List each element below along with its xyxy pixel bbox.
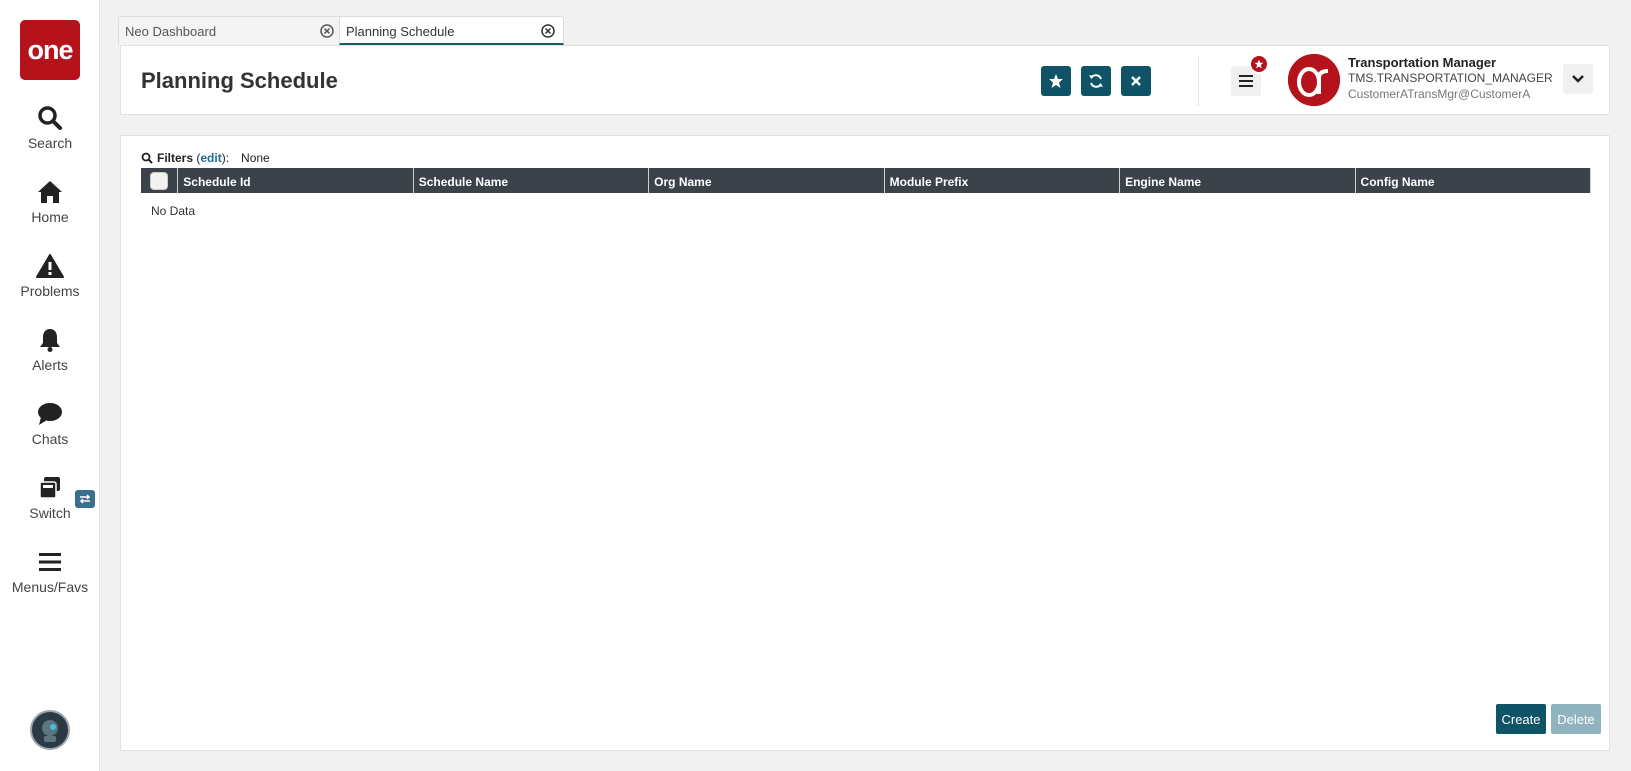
star-badge-icon <box>1249 54 1269 74</box>
sidebar-item-label: Switch <box>29 505 71 521</box>
sidebar-item-home[interactable]: Home <box>0 177 100 237</box>
sidebar-item-label: Chats <box>31 431 69 447</box>
avatar[interactable] <box>1288 54 1340 106</box>
bell-icon <box>35 325 65 355</box>
header-divider <box>1198 56 1199 106</box>
close-icon <box>1131 76 1141 86</box>
switch-icon <box>35 473 65 503</box>
column-header-engine-name[interactable]: Engine Name <box>1120 168 1356 193</box>
warning-icon <box>35 251 65 281</box>
sidebar-item-chats[interactable]: Chats <box>0 399 100 459</box>
column-header-config-name[interactable]: Config Name <box>1356 168 1591 193</box>
user-name: Transportation Manager <box>1348 55 1497 70</box>
filters-edit-link[interactable]: edit <box>200 151 221 165</box>
column-header-schedule-id[interactable]: Schedule Id <box>178 168 414 193</box>
table-header: Schedule Id Schedule Name Org Name Modul… <box>141 168 1591 193</box>
sidebar-item-label: Alerts <box>32 357 68 373</box>
user-menu-button[interactable] <box>1563 64 1593 94</box>
assistant-avatar[interactable] <box>30 710 70 750</box>
sidebar-item-menus-favs[interactable]: Menus/Favs <box>0 547 100 607</box>
tab-label: Planning Schedule <box>346 24 455 39</box>
user-email: CustomerATransMgr@CustomerA <box>1348 87 1531 101</box>
sidebar: one Search Home Problems Alerts Chats Sw… <box>0 0 100 771</box>
favorite-button[interactable] <box>1041 66 1071 96</box>
sidebar-item-label: Menus/Favs <box>11 579 89 595</box>
sidebar-item-alerts[interactable]: Alerts <box>0 325 100 385</box>
sidebar-item-label: Home <box>31 209 69 225</box>
close-icon[interactable] <box>320 24 334 38</box>
chat-icon <box>35 399 65 429</box>
app-logo[interactable]: one <box>20 20 80 80</box>
close-page-button[interactable] <box>1121 66 1151 96</box>
refresh-button[interactable] <box>1081 66 1111 96</box>
switch-arrows-icon[interactable] <box>75 490 95 508</box>
hamburger-icon <box>35 547 65 577</box>
sidebar-item-label: Problems <box>20 283 80 299</box>
hamburger-icon <box>1239 75 1253 87</box>
column-header-module-prefix[interactable]: Module Prefix <box>885 168 1121 193</box>
chevron-down-icon <box>1572 75 1584 83</box>
create-button[interactable]: Create <box>1496 704 1546 734</box>
content-panel: Filters (edit): None Schedule Id Schedul… <box>120 135 1610 751</box>
filters-bar: Filters (edit): None <box>141 151 270 165</box>
empty-state: No Data <box>151 204 196 218</box>
sidebar-item-search[interactable]: Search <box>0 103 100 163</box>
tab-neo-dashboard[interactable]: Neo Dashboard <box>118 16 343 45</box>
page-header: Planning Schedule Transportation Manager… <box>120 45 1610 115</box>
select-all-checkbox[interactable] <box>141 168 179 193</box>
filters-label: Filters <box>157 151 194 165</box>
search-icon <box>141 152 153 164</box>
page-title: Planning Schedule <box>141 68 338 93</box>
tab-planning-schedule[interactable]: Planning Schedule <box>339 16 564 45</box>
refresh-icon <box>1089 74 1103 88</box>
tab-label: Neo Dashboard <box>125 24 217 39</box>
star-icon <box>1049 74 1063 88</box>
user-role: TMS.TRANSPORTATION_MANAGER <box>1348 71 1553 85</box>
delete-button[interactable]: Delete <box>1551 704 1601 734</box>
filters-value: None <box>241 151 270 165</box>
search-icon <box>35 103 65 133</box>
column-header-org-name[interactable]: Org Name <box>649 168 885 193</box>
column-header-schedule-name[interactable]: Schedule Name <box>414 168 650 193</box>
sidebar-item-problems[interactable]: Problems <box>0 251 100 311</box>
close-icon[interactable] <box>541 24 555 38</box>
sidebar-item-label: Search <box>27 135 73 151</box>
home-icon <box>35 177 65 207</box>
